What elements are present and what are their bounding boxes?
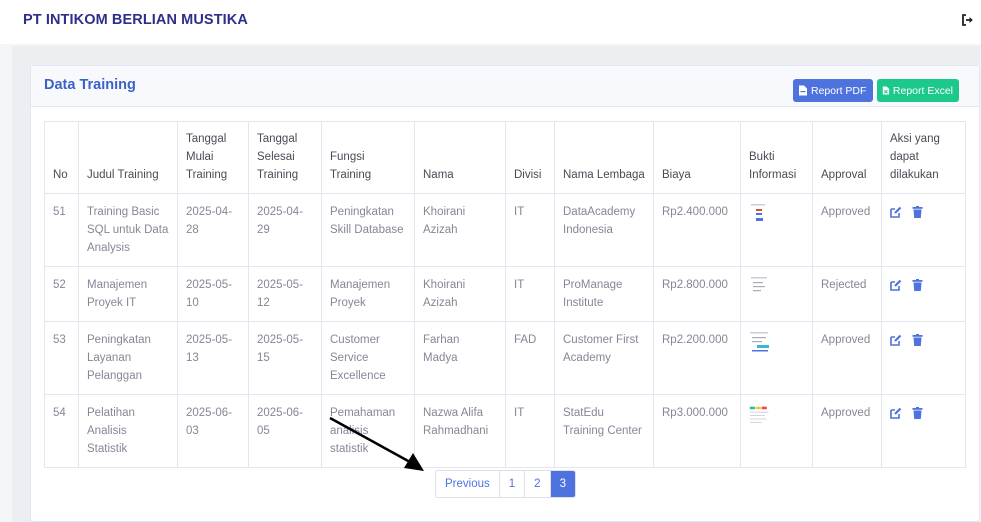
edit-icon[interactable]	[890, 206, 902, 218]
cell-aksi	[881, 266, 966, 322]
report-pdf-label: Report PDF	[811, 84, 867, 97]
edit-icon[interactable]	[890, 334, 902, 346]
cell-selesai: 2025-05-12	[248, 266, 322, 322]
cell-lembaga: Customer First Academy	[554, 321, 654, 395]
cell-aksi	[881, 394, 966, 468]
logout-icon[interactable]	[961, 13, 975, 27]
col-tanggal-selesai[interactable]: Tanggal Selesai Training	[248, 121, 322, 194]
cell-bukti	[740, 266, 813, 322]
cell-bukti	[740, 193, 813, 267]
col-bukti-informasi[interactable]: Bukti Informasi	[740, 121, 813, 194]
cell-fungsi: Customer Service Excellence	[321, 321, 415, 395]
cell-nama: Khoirani Azizah	[414, 266, 506, 322]
col-divisi[interactable]: Divisi	[505, 121, 555, 194]
cell-divisi: IT	[505, 394, 555, 468]
cell-nama: Farhan Madya	[414, 321, 506, 395]
cell-mulai: 2025-05-13	[177, 321, 249, 395]
training-table: No Judul Training Tanggal Mulai Training…	[44, 121, 966, 468]
cell-no: 54	[44, 394, 79, 468]
trash-icon[interactable]	[912, 407, 923, 419]
col-tanggal-mulai[interactable]: Tanggal Mulai Training	[177, 121, 249, 194]
cell-nama: Khoirani Azizah	[414, 193, 506, 267]
col-judul-training[interactable]: Judul Training	[78, 121, 178, 194]
report-pdf-button[interactable]: Report PDF	[793, 79, 873, 102]
col-no[interactable]: No	[44, 121, 79, 194]
cell-bukti	[740, 394, 813, 468]
cell-biaya: Rp2.800.000	[653, 266, 741, 322]
cell-mulai: 2025-05-10	[177, 266, 249, 322]
cell-nama: Nazwa Alifa Rahmadhani	[414, 394, 506, 468]
cell-lembaga: ProManage Institute	[554, 266, 654, 322]
pagination-previous[interactable]: Previous	[436, 471, 499, 497]
table-header-row: No Judul Training Tanggal Mulai Training…	[44, 121, 966, 194]
cell-approval: Approved	[812, 321, 882, 395]
report-excel-button[interactable]: Report Excel	[877, 79, 959, 102]
cell-selesai: 2025-06-05	[248, 394, 322, 468]
brand-title: PT INTIKOM BERLIAN MUSTIKA	[23, 12, 248, 28]
trash-icon[interactable]	[912, 279, 923, 291]
cell-biaya: Rp2.400.000	[653, 193, 741, 267]
cell-no: 52	[44, 266, 79, 322]
col-biaya[interactable]: Biaya	[653, 121, 741, 194]
cell-mulai: 2025-04-28	[177, 193, 249, 267]
cell-selesai: 2025-04-29	[248, 193, 322, 267]
pagination-page-2[interactable]: 2	[524, 471, 549, 497]
cell-approval: Rejected	[812, 266, 882, 322]
topbar: PT INTIKOM BERLIAN MUSTIKA	[0, 0, 981, 44]
cell-fungsi: Manajemen Proyek	[321, 266, 415, 322]
cell-biaya: Rp3.000.000	[653, 394, 741, 468]
col-approval[interactable]: Approval	[812, 121, 882, 194]
cell-mulai: 2025-06-03	[177, 394, 249, 468]
bukti-thumbnail[interactable]	[749, 404, 771, 428]
bukti-thumbnail[interactable]	[749, 276, 771, 300]
table-row: 54 Pelatihan Analisis Statistik 2025-06-…	[44, 394, 966, 468]
cell-lembaga: StatEdu Training Center	[554, 394, 654, 468]
cell-biaya: Rp2.200.000	[653, 321, 741, 395]
table-row: 51 Training Basic SQL untuk Data Analysi…	[44, 193, 966, 267]
cell-divisi: FAD	[505, 321, 555, 395]
data-training-card: Data Training Report PDF Report Excel No…	[30, 65, 980, 522]
trash-icon[interactable]	[912, 334, 923, 346]
col-fungsi-training[interactable]: Fungsi Training	[321, 121, 415, 194]
bukti-thumbnail[interactable]	[749, 331, 771, 355]
cell-fungsi: Pemahaman analisis statistik	[321, 394, 415, 468]
cell-fungsi: Peningkatan Skill Database	[321, 193, 415, 267]
file-excel-icon	[882, 86, 890, 95]
cell-aksi	[881, 321, 966, 395]
cell-judul: Peningkatan Layanan Pelanggan	[78, 321, 178, 395]
cell-lembaga: DataAcademy Indonesia	[554, 193, 654, 267]
pagination-page-1[interactable]: 1	[498, 471, 524, 497]
cell-divisi: IT	[505, 193, 555, 267]
table-row: 52 Manajemen Proyek IT 2025-05-10 2025-0…	[44, 266, 966, 322]
cell-bukti	[740, 321, 813, 395]
cell-judul: Pelatihan Analisis Statistik	[78, 394, 178, 468]
pagination-page-3[interactable]: 3	[549, 471, 575, 497]
cell-aksi	[881, 193, 966, 267]
file-pdf-icon	[799, 85, 807, 96]
cell-approval: Approved	[812, 193, 882, 267]
cell-approval: Approved	[812, 394, 882, 468]
cell-judul: Manajemen Proyek IT	[78, 266, 178, 322]
bukti-thumbnail[interactable]	[749, 203, 771, 227]
col-nama-lembaga[interactable]: Nama Lembaga	[554, 121, 654, 194]
cell-judul: Training Basic SQL untuk Data Analysis	[78, 193, 178, 267]
pagination: Previous 1 2 3	[435, 470, 576, 498]
edit-icon[interactable]	[890, 407, 902, 419]
cell-selesai: 2025-05-15	[248, 321, 322, 395]
col-nama[interactable]: Nama	[414, 121, 506, 194]
col-aksi: Aksi yang dapat dilakukan	[881, 121, 966, 194]
edit-icon[interactable]	[890, 279, 902, 291]
cell-no: 53	[44, 321, 79, 395]
trash-icon[interactable]	[912, 206, 923, 218]
cell-no: 51	[44, 193, 79, 267]
table-row: 53 Peningkatan Layanan Pelanggan 2025-05…	[44, 321, 966, 395]
report-excel-label: Report Excel	[892, 84, 953, 97]
card-title: Data Training	[44, 77, 136, 93]
card-header: Data Training Report PDF Report Excel	[31, 66, 979, 107]
cell-divisi: IT	[505, 266, 555, 322]
